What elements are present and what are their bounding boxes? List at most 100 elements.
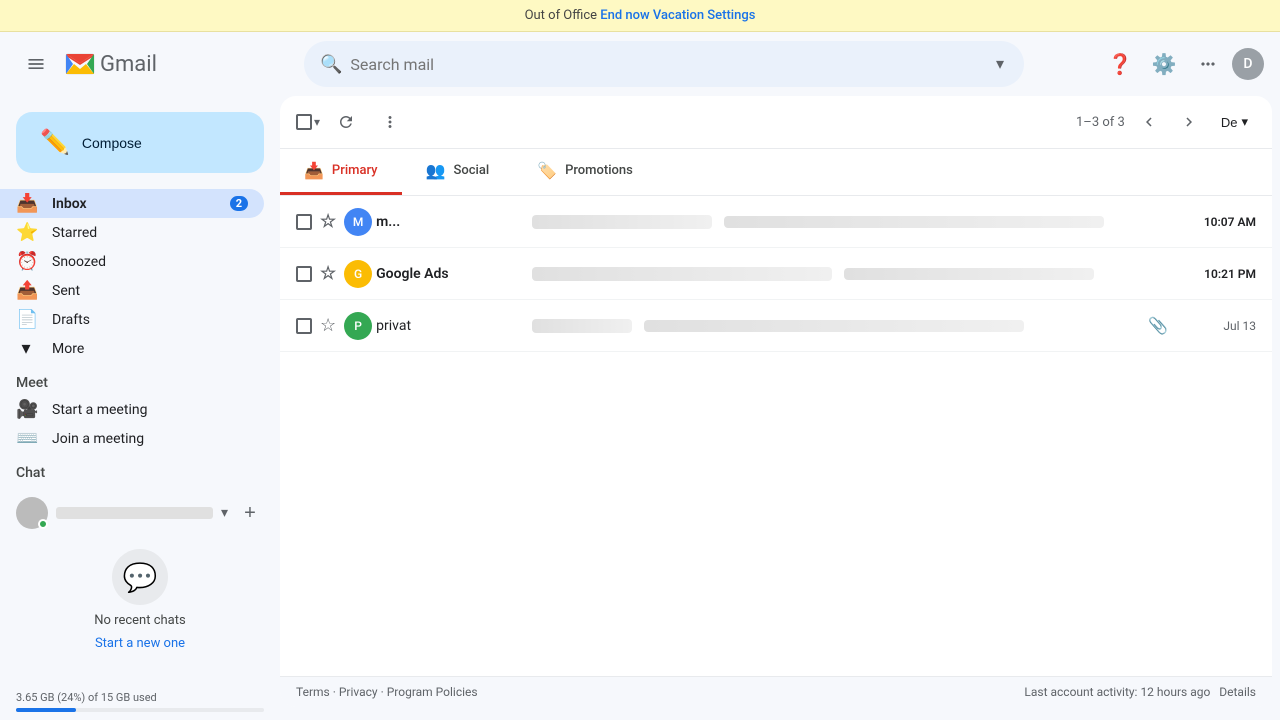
- gmail-logo[interactable]: Gmail: [64, 48, 157, 80]
- email-content-3: [532, 319, 1140, 333]
- sidebar-item-more[interactable]: ▾ More: [0, 334, 264, 363]
- pagination-prev-button[interactable]: [1133, 106, 1165, 138]
- chat-dropdown-icon[interactable]: ▾: [221, 505, 228, 521]
- storage-text: 3.65 GB (24%) of 15 GB used: [16, 691, 157, 704]
- inbox-icon: 📥: [16, 193, 36, 214]
- join-meeting-item[interactable]: ⌨️ Join a meeting: [0, 424, 264, 453]
- gmail-logo-icon: [64, 48, 96, 80]
- help-icon: ❓: [1108, 52, 1133, 77]
- email-time-3: Jul 13: [1176, 319, 1256, 333]
- snoozed-label: Snoozed: [52, 254, 248, 270]
- display-density-button[interactable]: De ▾: [1213, 110, 1256, 134]
- sidebar-item-sent[interactable]: 📤 Sent: [0, 276, 264, 305]
- video-icon: 🎥: [16, 399, 36, 420]
- program-policies-link[interactable]: Program Policies: [387, 685, 478, 699]
- end-now-link[interactable]: End now: [600, 8, 649, 23]
- search-bar: 🔍 ▾: [304, 41, 1024, 87]
- email-star-2[interactable]: ☆: [320, 263, 336, 284]
- no-chats-area: 💬 No recent chats Start a new one: [16, 533, 264, 667]
- compose-plus-icon: ✏️: [40, 128, 70, 157]
- start-meeting-label: Start a meeting: [52, 402, 248, 418]
- sidebar-item-inbox[interactable]: 📥 Inbox 2: [0, 189, 264, 218]
- refresh-button[interactable]: [328, 104, 364, 140]
- storage-bar: 3.65 GB (24%) of 15 GB used Manage: [0, 683, 280, 715]
- chat-user-name: [56, 507, 213, 519]
- apps-icon: [1198, 54, 1218, 74]
- sidebar-item-starred[interactable]: ⭐ Starred: [0, 218, 264, 247]
- email-snippet-1: [724, 216, 1104, 228]
- display-dropdown-icon: ▾: [1241, 114, 1248, 130]
- email-content-1: [532, 215, 1168, 229]
- more-label: More: [52, 341, 248, 357]
- email-subject-3: [532, 319, 632, 333]
- chevron-right-icon: [1180, 113, 1198, 131]
- email-checkbox-3[interactable]: [296, 318, 312, 334]
- email-toolbar: ▾ 1–3 of 3: [280, 96, 1272, 149]
- footer-left: Terms · Privacy · Program Policies: [296, 685, 478, 699]
- hamburger-menu-button[interactable]: [16, 44, 56, 84]
- help-button[interactable]: ❓: [1100, 44, 1140, 84]
- storage-section: 3.65 GB (24%) of 15 GB used Manage: [0, 675, 280, 715]
- select-dropdown-arrow[interactable]: ▾: [314, 115, 320, 129]
- email-time-2: 10:21 PM: [1176, 267, 1256, 281]
- search-input[interactable]: [350, 55, 984, 74]
- compose-button[interactable]: ✏️ Compose: [16, 112, 264, 173]
- tab-promotions[interactable]: 🏷️ Promotions: [513, 149, 657, 195]
- start-meeting-item[interactable]: 🎥 Start a meeting: [0, 395, 264, 424]
- privacy-link[interactable]: Privacy: [339, 685, 378, 699]
- chat-add-button[interactable]: +: [236, 499, 264, 527]
- start-new-chat-link[interactable]: Start a new one: [95, 636, 185, 651]
- settings-button[interactable]: ⚙️: [1144, 44, 1184, 84]
- table-row[interactable]: ☆ P privat 📎 Jul 13: [280, 300, 1272, 352]
- search-icon: 🔍: [320, 54, 342, 75]
- inbox-tabs: 📥 Primary 👥 Social 🏷️ Promotions: [280, 149, 1272, 196]
- join-meeting-label: Join a meeting: [52, 431, 248, 447]
- terms-link[interactable]: Terms: [296, 685, 330, 699]
- tab-social[interactable]: 👥 Social: [402, 149, 514, 195]
- attachment-icon-3: 📎: [1148, 316, 1168, 335]
- avatar[interactable]: D: [1232, 48, 1264, 80]
- pagination: 1–3 of 3 De ▾: [1076, 106, 1256, 138]
- drafts-label: Drafts: [52, 312, 248, 328]
- email-checkbox-2[interactable]: [296, 266, 312, 282]
- chevron-left-icon: [1140, 113, 1158, 131]
- tab-primary[interactable]: 📥 Primary: [280, 149, 402, 195]
- pagination-next-button[interactable]: [1173, 106, 1205, 138]
- oof-text: Out of Office: [525, 8, 597, 23]
- more-options-button[interactable]: [372, 104, 408, 140]
- table-row[interactable]: ☆ G Google Ads 10:21 PM: [280, 248, 1272, 300]
- storage-progress-bar: [16, 708, 264, 712]
- select-all-checkbox[interactable]: [296, 114, 312, 130]
- header-left: Gmail: [16, 44, 296, 84]
- social-tab-label: Social: [453, 163, 489, 178]
- drafts-icon: 📄: [16, 309, 36, 330]
- table-row[interactable]: ☆ M m... 10:07 AM: [280, 196, 1272, 248]
- sender-name-3: privat: [376, 318, 411, 334]
- sender-avatar-3: P: [344, 312, 372, 340]
- sender-avatar-2: G: [344, 260, 372, 288]
- email-star-3[interactable]: ☆: [320, 315, 336, 336]
- sidebar-item-snoozed[interactable]: ⏰ Snoozed: [0, 247, 264, 276]
- email-content-2: [532, 267, 1168, 281]
- sidebar-item-drafts[interactable]: 📄 Drafts: [0, 305, 264, 334]
- sender-name-1: m...: [376, 214, 400, 230]
- footer: Terms · Privacy · Program Policies Last …: [280, 676, 1272, 707]
- search-options-button[interactable]: ▾: [992, 50, 1008, 78]
- vacation-settings-link[interactable]: Vacation Settings: [653, 8, 756, 23]
- meet-section-label: Meet: [0, 363, 280, 395]
- email-checkbox-1[interactable]: [296, 214, 312, 230]
- settings-icon: ⚙️: [1152, 52, 1177, 77]
- sidebar: ✏️ Compose 📥 Inbox 2 ⭐ Starred ⏰ Snoozed…: [0, 96, 280, 715]
- chat-status-dot: [38, 519, 48, 529]
- social-tab-icon: 👥: [426, 161, 446, 180]
- details-link[interactable]: Details: [1219, 685, 1256, 699]
- oof-banner: Out of Office End now Vacation Settings: [0, 0, 1280, 32]
- email-sender-2: G Google Ads: [344, 260, 524, 288]
- chat-user-row: ▾ +: [16, 493, 264, 533]
- storage-progress-fill: [16, 708, 76, 712]
- select-all-area: ▾: [296, 114, 320, 130]
- apps-button[interactable]: [1188, 44, 1228, 84]
- sender-name-2: Google Ads: [376, 266, 448, 282]
- content-area: ▾ 1–3 of 3: [280, 96, 1272, 707]
- email-star-1[interactable]: ☆: [320, 211, 336, 232]
